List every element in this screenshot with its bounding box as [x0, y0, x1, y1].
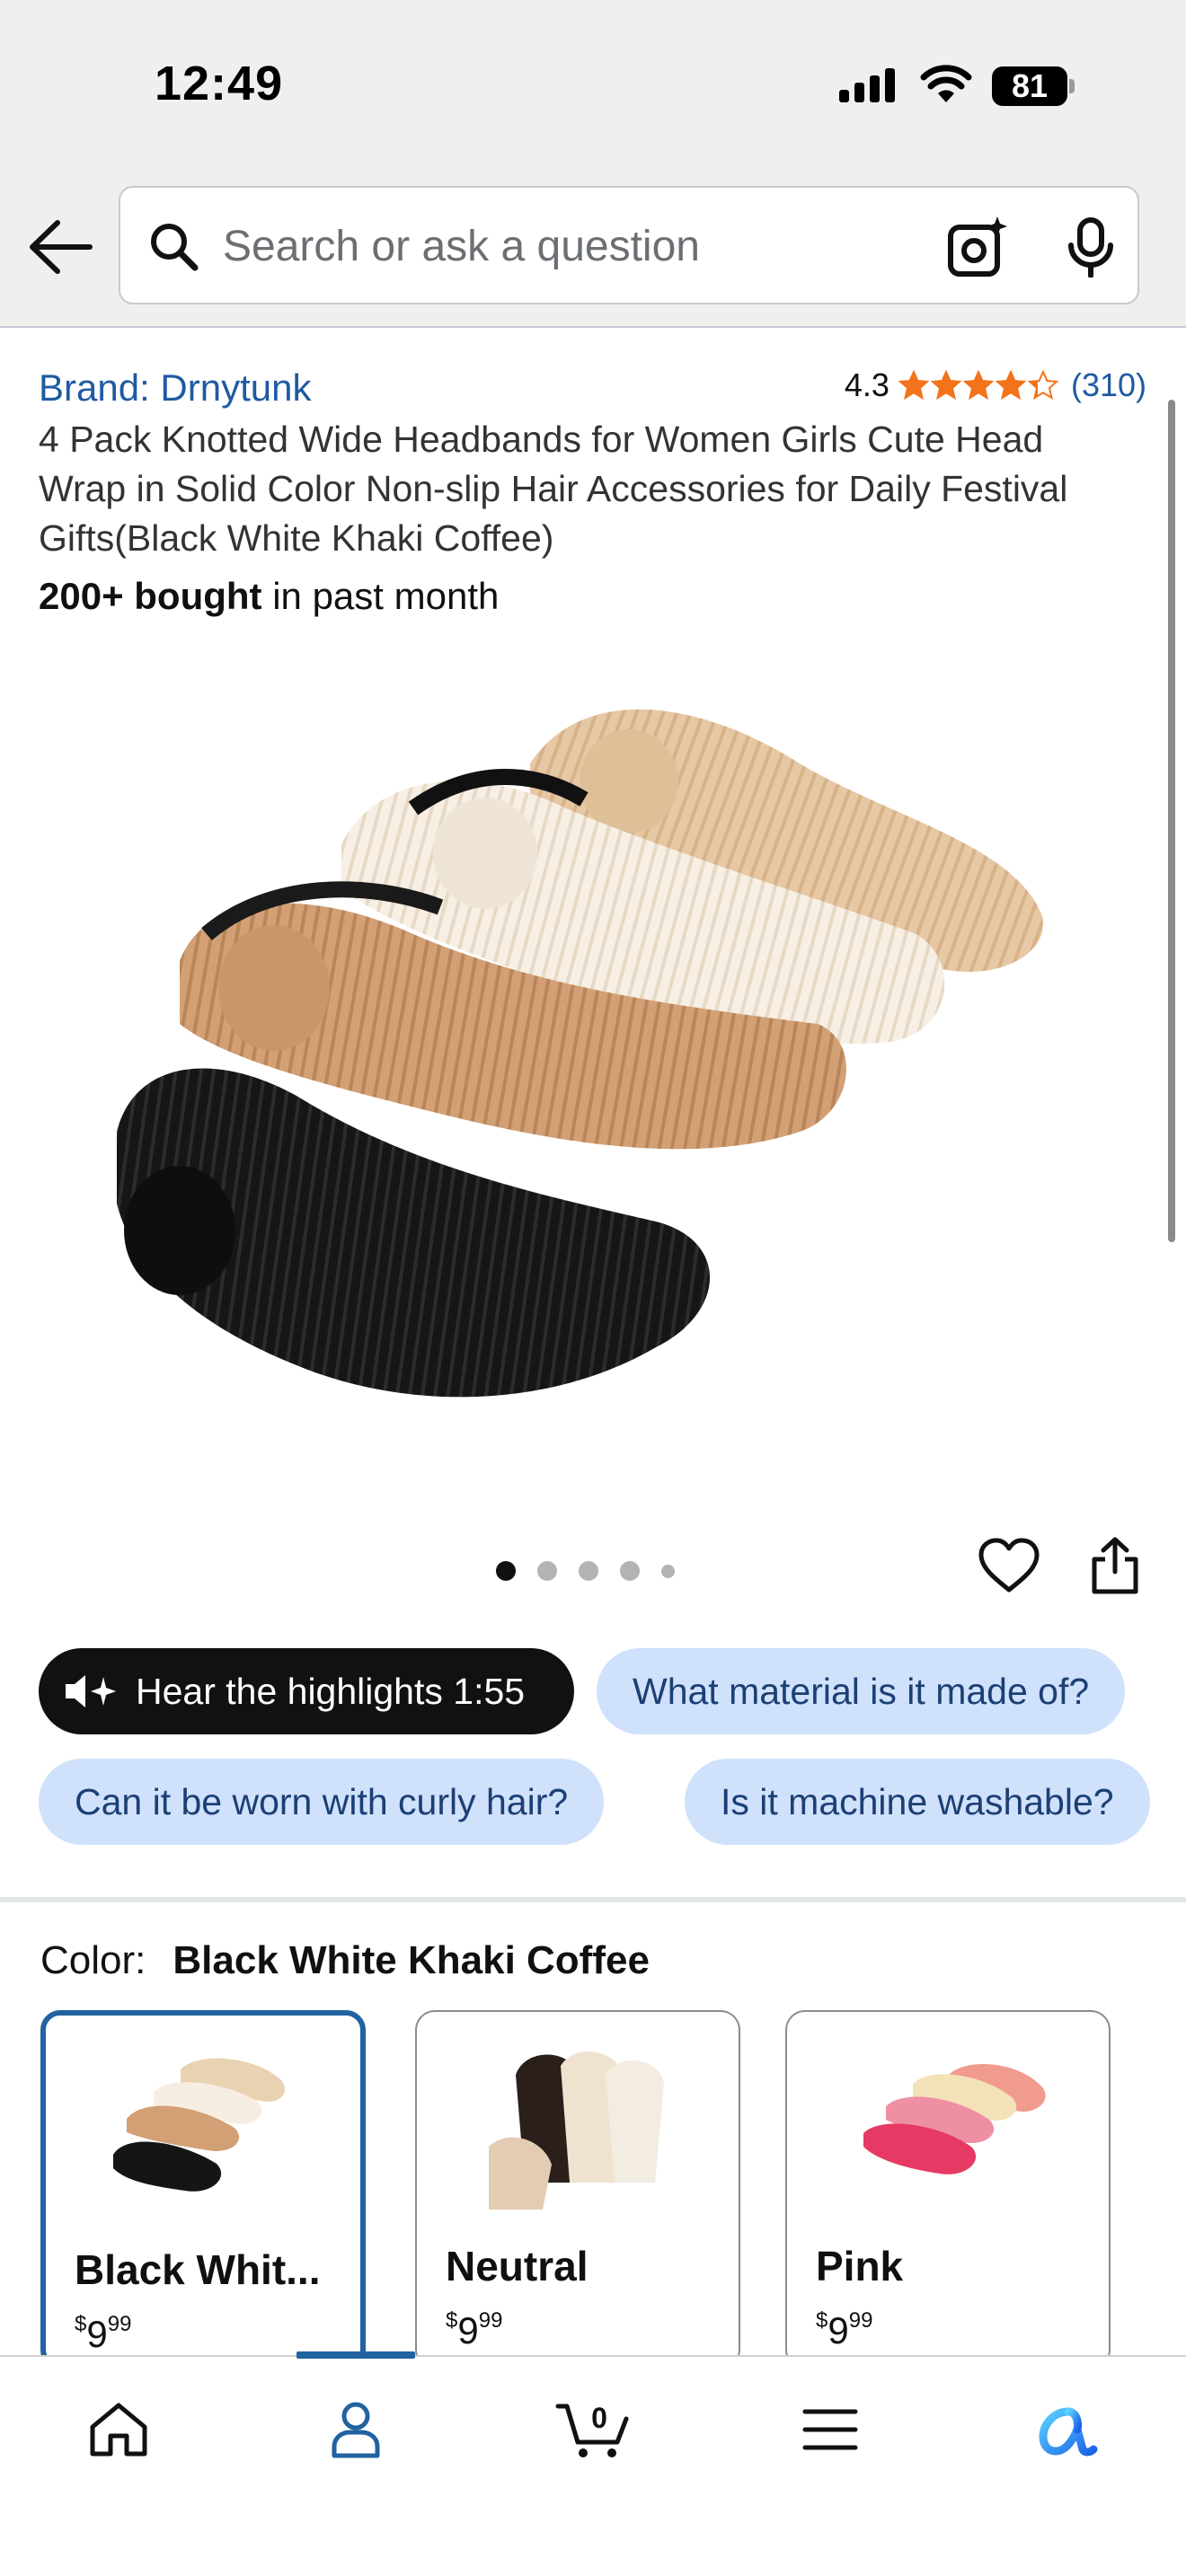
selected-color: Black White Khaki Coffee: [173, 1938, 650, 1982]
star-icon: [995, 370, 1026, 401]
wifi-icon: [920, 65, 972, 102]
review-count-link[interactable]: (310): [1071, 366, 1146, 404]
speaker-sparkle-icon: [66, 1675, 116, 1707]
color-selector-header: Color: Black White Khaki Coffee: [40, 1938, 650, 1983]
cart-count: 0: [591, 2402, 607, 2434]
color-option-price: $999: [446, 2308, 503, 2351]
top-bar: 12:49 81 Search or ask a question: [0, 0, 1186, 328]
tab-cart[interactable]: 0: [548, 2389, 638, 2470]
battery-cap: [1069, 79, 1075, 93]
color-option-name: Black Whit...: [75, 2246, 321, 2293]
camera-lens-icon[interactable]: [945, 215, 1010, 279]
color-label: Color:: [40, 1938, 146, 1982]
product-image[interactable]: [117, 665, 1069, 1455]
home-icon: [90, 2403, 147, 2457]
product-title: 4 Pack Knotted Wide Headbands for Women …: [39, 419, 1068, 559]
cart-icon: 0: [555, 2402, 629, 2457]
hear-highlights-label: Hear the highlights 1:55: [136, 1670, 526, 1712]
color-option-name: Pink: [816, 2243, 904, 2289]
brand-link[interactable]: Brand: Drnytunk: [39, 366, 311, 410]
star-icon: [1027, 370, 1058, 401]
battery-indicator: 81: [992, 66, 1067, 106]
search-bar[interactable]: Search or ask a question: [119, 186, 1139, 304]
rufus-assistant-icon: [1039, 2407, 1098, 2457]
heart-icon[interactable]: [978, 1538, 1040, 1595]
tab-profile[interactable]: [311, 2389, 401, 2470]
rating-summary[interactable]: 4.3 (310): [845, 366, 1146, 404]
carousel-dot[interactable]: [661, 1564, 675, 1578]
carousel-dots[interactable]: [496, 1561, 675, 1581]
tab-home[interactable]: [74, 2389, 164, 2470]
question-chip-curly-hair[interactable]: Can it be worn with curly hair?: [39, 1759, 605, 1845]
color-option-pink[interactable]: Pink $999: [785, 2010, 1111, 2369]
star-icon: [898, 370, 929, 401]
star-icon: [930, 370, 961, 401]
color-option-thumbnail: [489, 2051, 664, 2210]
color-option-thumbnail: [863, 2064, 1046, 2175]
star-rating-icon: [898, 370, 1058, 401]
hear-highlights-button[interactable]: Hear the highlights 1:55: [39, 1648, 574, 1734]
active-tab-indicator: [296, 2351, 415, 2359]
color-option-thumbnail: [113, 2058, 286, 2192]
scrollbar[interactable]: [1168, 400, 1175, 1242]
profile-icon: [332, 2402, 380, 2458]
bought-count: 200+ bought: [39, 575, 262, 617]
color-option-black-white[interactable]: Black Whit... $999: [40, 2010, 366, 2369]
cellular-signal-icon: [839, 66, 895, 102]
tab-rufus-assistant[interactable]: [1022, 2389, 1112, 2470]
search-input[interactable]: Search or ask a question: [223, 222, 700, 271]
search-icon: [151, 224, 199, 271]
color-option-price: $999: [816, 2308, 873, 2351]
bought-in-past-month: 200+ bought in past month: [39, 575, 499, 618]
tab-menu[interactable]: [785, 2389, 875, 2470]
color-option-neutral[interactable]: Neutral $999: [415, 2010, 740, 2369]
carousel-dot[interactable]: [620, 1561, 640, 1581]
bottom-tab-bar: 0: [0, 2351, 1186, 2576]
section-divider: [0, 1897, 1186, 1902]
status-time: 12:49: [155, 57, 284, 110]
back-arrow-icon[interactable]: [27, 216, 93, 278]
carousel-dot[interactable]: [496, 1561, 516, 1581]
color-option-price: $999: [75, 2312, 132, 2355]
hamburger-menu-icon: [802, 2409, 858, 2450]
question-chip-material[interactable]: What material is it made of?: [597, 1648, 1126, 1734]
share-icon[interactable]: [1089, 1536, 1141, 1597]
rating-value: 4.3: [844, 366, 890, 403]
color-option-name: Neutral: [446, 2243, 589, 2289]
question-chip-washable[interactable]: Is it machine washable?: [685, 1759, 1150, 1845]
microphone-icon[interactable]: [1066, 216, 1116, 278]
carousel-dot[interactable]: [579, 1561, 598, 1581]
star-icon: [962, 370, 994, 401]
bought-suffix: in past month: [261, 575, 500, 617]
carousel-dot[interactable]: [537, 1561, 557, 1581]
